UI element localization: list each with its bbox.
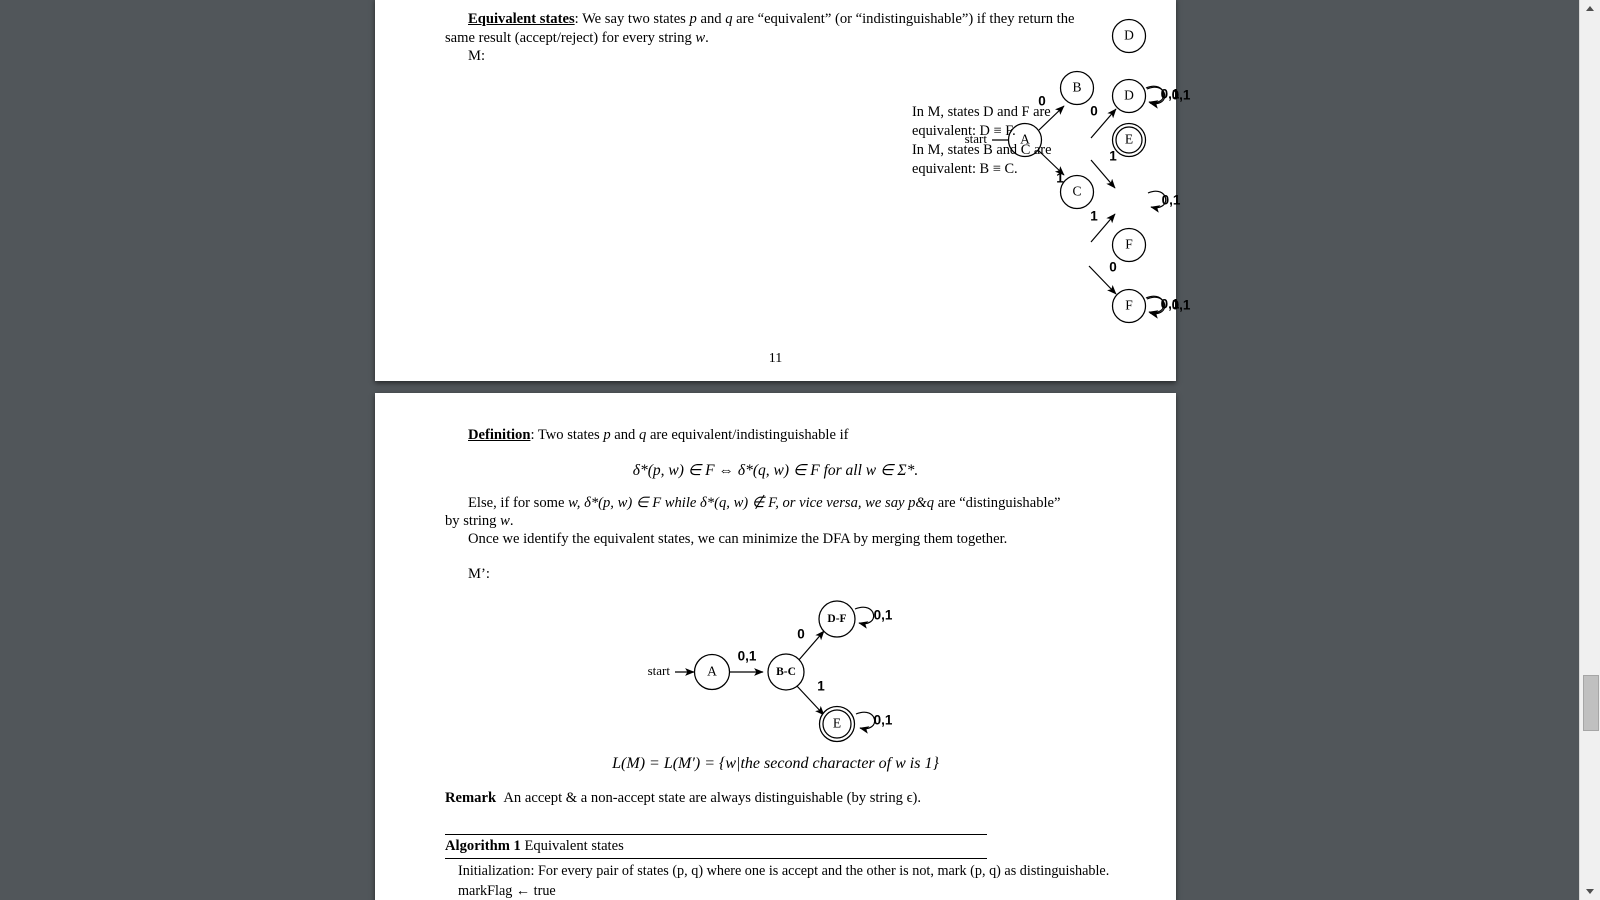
definition-heading: Definition (468, 427, 531, 443)
chevron-down-icon (1586, 889, 1594, 894)
else-line2-a: by string (445, 513, 501, 529)
edge-label-c-e: 1 (1090, 209, 1098, 224)
else-line2-symbol-w: w (500, 513, 510, 529)
state-node-d-label: D (1124, 88, 1134, 103)
automaton-diagram-mprime: start 0,1 0 1 0,1 0,1 A B-C D-F E (375, 593, 1176, 763)
remark-text: An accept & a non-accept state are alway… (503, 790, 922, 806)
start-label-mprime: start (648, 663, 671, 678)
equivalent-states-line1-post: are “equivalent” (or “indistinguishable”… (732, 11, 1075, 27)
else-line2: by string w. (445, 512, 514, 531)
side-note-line-4: equivalent: B ≡ C. (912, 161, 1018, 178)
equivalent-states-heading: Equivalent states (468, 11, 575, 27)
definition-and: and (610, 427, 639, 443)
state-label-bc: B-C (776, 666, 796, 678)
equation-equivalence-condition: δ*(p, w) ∈ F ⇔ δ*(q, w) ∈ F for all w ∈ … (632, 462, 919, 479)
definition-symbol-p: p (603, 427, 611, 443)
page-number-11: 11 (768, 351, 783, 366)
state-label-e: E (1125, 132, 1133, 147)
edge-label-bc-df: 0 (797, 627, 805, 642)
definition-line1-pre: : Two states (530, 427, 604, 443)
self-loop-f-label: 0,1 (1161, 297, 1180, 312)
state-label-a-mprime: A (707, 664, 717, 679)
remark-heading: Remark (445, 790, 497, 806)
side-note-line-3: In M, states B and C are (912, 142, 1052, 159)
edge-label-bc-e: 1 (817, 679, 825, 694)
algorithm-heading: Algorithm 1 Equivalent states (445, 837, 624, 856)
equivalent-states-line1-pre: : We say two states (574, 11, 690, 27)
state-node-f-label: F (1125, 298, 1133, 313)
scroll-up-button[interactable] (1580, 0, 1600, 17)
definition-line: Definition: Two states p and q are equiv… (468, 426, 849, 445)
side-note-line-1: In M, states D and F are (912, 104, 1051, 120)
state-label-e-mprime: E (833, 716, 841, 731)
pdf-viewer-canvas[interactable]: Equivalent states: We say two states p a… (0, 0, 1580, 900)
state-label-c: C (1072, 184, 1081, 199)
remark-line: Remark An accept & a non-accept state ar… (445, 789, 921, 808)
symbol-p: p (689, 11, 697, 27)
algorithm-heading-number: Algorithm 1 (445, 838, 521, 854)
document-page-11: Equivalent states: We say two states p a… (375, 0, 1191, 381)
else-line1-c: are “distinguishable” (934, 495, 1061, 511)
self-loop-label-df: 0,1 (874, 608, 893, 623)
self-loop-e-mprime (855, 711, 876, 734)
document-page-12: Definition: Two states p and q are equiv… (375, 393, 1176, 900)
machine-mprime-label: M’: (468, 566, 490, 582)
language-equation: L(M) = L(M′) = {w|the second character o… (612, 755, 939, 772)
edge-label-a-bc: 0,1 (738, 649, 757, 664)
self-loop-label-e-mprime: 0,1 (874, 713, 893, 728)
algorithm-top-rule (445, 834, 987, 836)
else-symbol-w: w (568, 495, 577, 511)
self-loop-d-label: 0,1 (1161, 87, 1180, 102)
minimize-line: Once we identify the equivalent states, … (468, 531, 1008, 547)
side-note-equivalences: In M, states D and F are equivalent: D ≡… (912, 103, 1112, 180)
definition-line1-post: are equivalent/indistinguishable if (646, 427, 849, 443)
else-line2-b: . (509, 513, 514, 529)
algorithm-line-1: Initialization: For every pair of states… (458, 863, 1110, 879)
chevron-up-icon (1586, 6, 1594, 11)
algorithm-mid-rule (445, 858, 987, 859)
automaton-diagram-m-bottom: 0,1 F (375, 244, 1180, 334)
vertical-scrollbar[interactable] (1579, 0, 1600, 900)
else-paragraph: Else, if for some w, δ*(p, w) ∈ F while … (468, 494, 1093, 513)
conjunction-and: and (696, 11, 726, 27)
else-line1-a: Else, if for some (468, 495, 569, 511)
algorithm-heading-title: Equivalent states (520, 838, 624, 854)
else-line1-b: , δ*(p, w) ∈ F while δ*(q, w) ∉ F, or vi… (576, 495, 909, 511)
algorithm-line-2-text: markFlag ← true (458, 883, 556, 899)
state-label-df: D-F (827, 613, 846, 625)
else-symbol-pq: p&q (908, 495, 935, 511)
algorithm-line-2: markFlag ← true (458, 882, 556, 900)
scrollbar-thumb[interactable] (1583, 675, 1599, 731)
self-loop-label-e: 0,1 (1162, 193, 1181, 208)
self-loop-df (854, 606, 875, 629)
side-note-line-2: equivalent: D ≡ F. (912, 123, 1016, 140)
equivalent-states-paragraph: Equivalent states: We say two states p a… (468, 10, 1088, 29)
scroll-down-button[interactable] (1580, 883, 1600, 900)
